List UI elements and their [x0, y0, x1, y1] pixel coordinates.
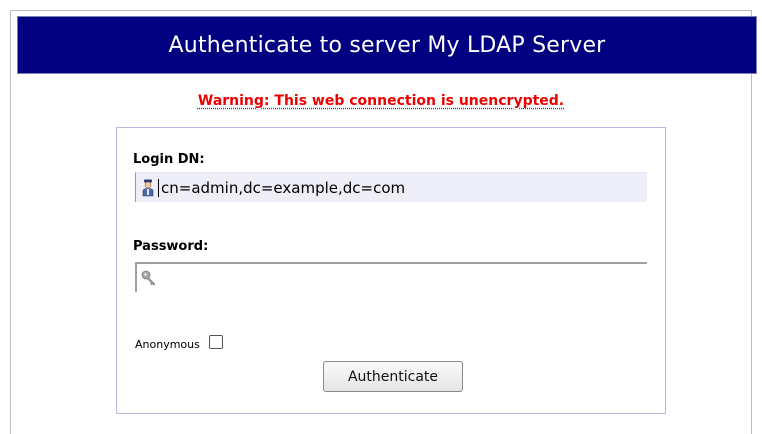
password-input[interactable] [135, 262, 647, 292]
warning-message: Warning: This web connection is unencryp… [0, 90, 762, 109]
password-label: Password: [133, 239, 209, 254]
login-dn-input[interactable]: cn=admin,dc=example,dc=com [135, 172, 647, 202]
login-dn-label: Login DN: [133, 152, 205, 167]
user-icon [140, 179, 156, 197]
anonymous-checkbox[interactable] [208, 334, 223, 349]
anonymous-option: Anonymous [135, 334, 223, 351]
page-title: Authenticate to server My LDAP Server [168, 32, 606, 58]
title-bar: Authenticate to server My LDAP Server [17, 16, 757, 74]
key-icon [141, 269, 157, 287]
warning-text: Warning: This web connection is unencryp… [197, 93, 565, 109]
login-form: Login DN: cn=admin,dc=example,dc=com Pas… [116, 127, 666, 414]
authenticate-button[interactable]: Authenticate [323, 361, 463, 392]
login-dn-value: cn=admin,dc=example,dc=com [158, 178, 405, 197]
anonymous-label: Anonymous [135, 338, 200, 351]
